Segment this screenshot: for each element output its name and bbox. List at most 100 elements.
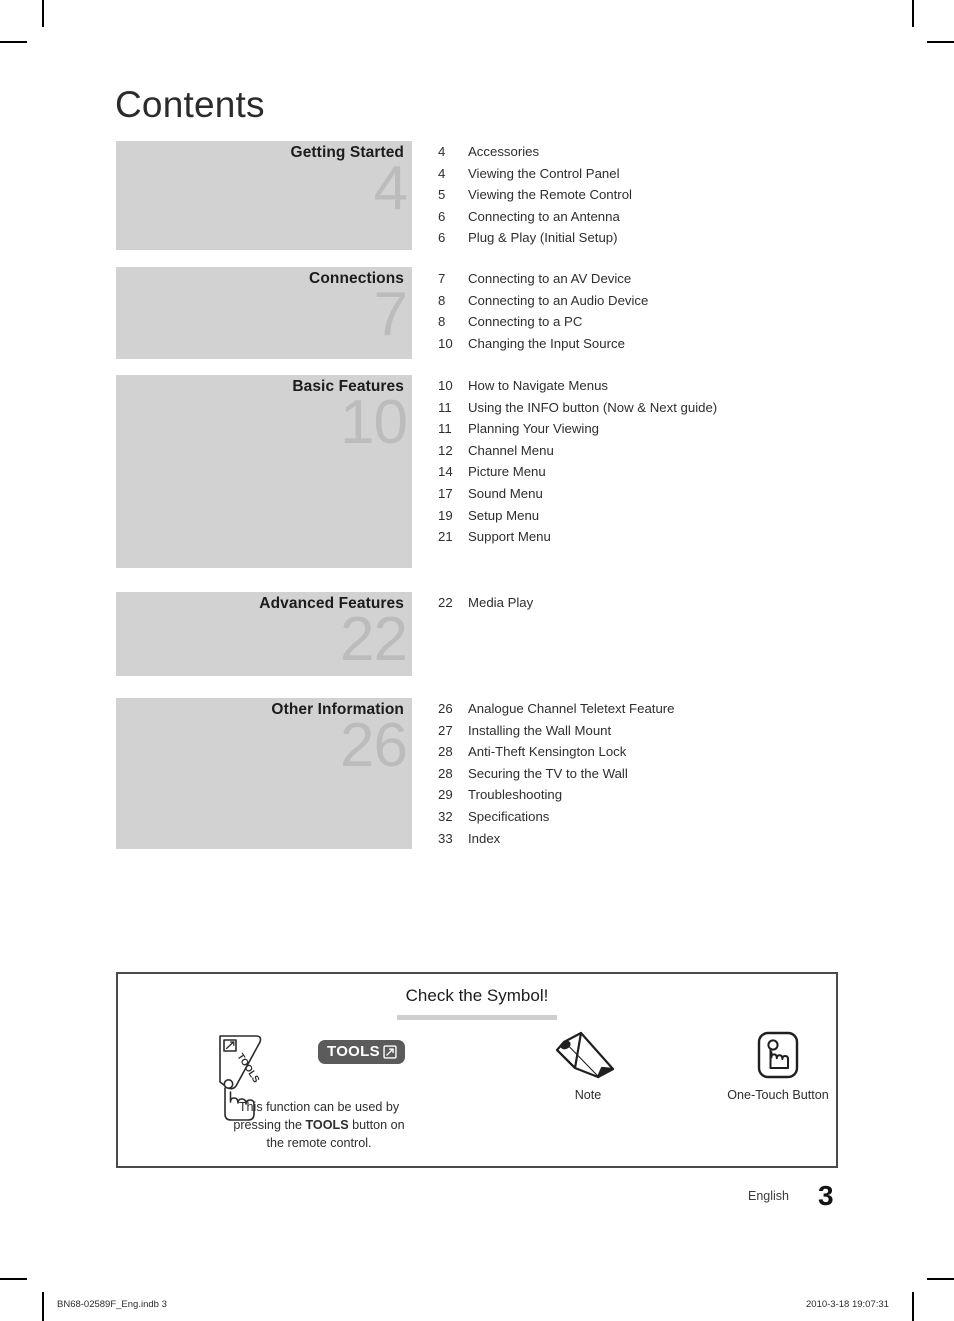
toc-entry[interactable]: 6 Plug & Play (Initial Setup) (438, 230, 858, 252)
toc-entry-name: Accessories (468, 144, 540, 159)
toc-entry-page: 33 (438, 830, 453, 846)
toc-entry[interactable]: 4 Accessories (438, 144, 858, 166)
crop-mark-top-right-vertical (912, 0, 914, 27)
section-band-getting-started: Getting Started 4 (116, 141, 412, 250)
toc-entry[interactable]: 14 Picture Menu (438, 464, 858, 486)
toc-entry-name: Media Play (468, 595, 534, 610)
section-entries-getting-started: 4 Accessories 4 Viewing the Control Panel 5 V… (438, 144, 858, 252)
toc-entry-name: Picture Menu (468, 464, 546, 480)
section-start-page-basic-features: 10 (340, 388, 408, 457)
toc-entry-name: Connecting to an AV Device (468, 271, 632, 286)
toc-entry-name: Channel Menu (468, 442, 554, 458)
page-number: 3 (818, 1180, 834, 1211)
tools-caption-line-2-pre: pressing the (233, 1118, 306, 1132)
section-band-advanced-features: Advanced Features 22 (116, 592, 412, 676)
toc-entry-name: How to Navigate Menus (468, 378, 609, 393)
toc-entry-name: Connecting to an Antenna (468, 208, 620, 224)
toc-entry-page: 7 (438, 271, 446, 286)
toc-entry[interactable]: 7 Connecting to an AV Device (438, 271, 858, 293)
toc-entry[interactable]: 22 Media Play (438, 595, 858, 617)
toc-entry[interactable]: 28 Anti-Theft Kensington Lock (438, 744, 858, 766)
toc-entry-name: Plug & Play (Initial Setup) (468, 230, 618, 246)
crop-mark-bottom-left-horizontal (0, 1278, 27, 1280)
toc-entry[interactable]: 28 Securing the TV to the Wall (438, 766, 858, 788)
toc-entry[interactable]: 10 How to Navigate Menus (438, 378, 858, 400)
toc-entry-page: 4 (438, 165, 446, 181)
toc-entry-name: Troubleshooting (468, 787, 563, 803)
toc-entry[interactable]: 10 Changing the Input Source (438, 336, 858, 358)
toc-entry-name: Specifications (468, 808, 550, 824)
toc-entry[interactable]: 11 Planning Your Viewing (438, 421, 858, 443)
toc-entry-page: 11 (438, 399, 452, 415)
toc-entry[interactable]: 19 Setup Menu (438, 508, 858, 530)
crop-mark-bottom-left-vertical (42, 1292, 44, 1321)
symbol-box-heading-underline (397, 1015, 557, 1020)
toc-entry-page: 6 (438, 208, 446, 224)
section-band-connections: Connections 7 (116, 267, 412, 359)
toc-entry-name: Sound Menu (468, 485, 543, 501)
crop-mark-top-right-horizontal (927, 41, 954, 43)
toc-entry[interactable]: 26 Analogue Channel Teletext Feature (438, 701, 858, 723)
note-pencil-icon (508, 1028, 668, 1084)
toc-entry-name: Installing the Wall Mount (468, 722, 612, 738)
toc-entry-name: Changing the Input Source (468, 335, 625, 351)
toc-entry-name: Planning Your Viewing (468, 421, 600, 437)
one-touch-caption: One-Touch Button (727, 1088, 829, 1102)
toc-entry-name: Viewing the Control Panel (468, 165, 620, 181)
toc-entry-name: Anti-Theft Kensington Lock (468, 744, 627, 760)
toc-entry[interactable]: 29 Troubleshooting (438, 787, 858, 809)
toc-entry-page: 6 (438, 230, 446, 246)
toc-entry[interactable]: 12 Channel Menu (438, 443, 858, 465)
toc-entry-name: Using the INFO button (Now & Next guide) (468, 399, 718, 415)
toc-entry-page: 11 (438, 421, 452, 437)
tools-caption-line-2: pressing the TOOLS button on (194, 1116, 444, 1134)
toc-entry-name: Connecting to an Audio Device (468, 292, 649, 308)
toc-entry[interactable]: 8 Connecting to an Audio Device (438, 293, 858, 315)
toc-entry-page: 22 (438, 595, 453, 610)
toc-entry[interactable]: 5 Viewing the Remote Control (438, 187, 858, 209)
section-start-page-connections: 7 (373, 280, 408, 349)
section-band-basic-features: Basic Features 10 (116, 375, 412, 568)
section-entries-basic-features: 10 How to Navigate Menus 11 Using the INFO … (438, 378, 858, 551)
toc-entry-page: 17 (438, 485, 453, 501)
crop-mark-top-left-vertical (42, 0, 44, 27)
tools-button-badge: TOOLS (318, 1040, 405, 1064)
section-start-page-getting-started: 4 (373, 154, 408, 223)
toc-entry[interactable]: 8 Connecting to a PC (438, 314, 858, 336)
section-entries-connections: 7 Connecting to an AV Device 8 Connecting t… (438, 271, 858, 357)
toc-entry-page: 29 (438, 787, 453, 803)
section-start-page-advanced-features: 22 (340, 605, 408, 674)
toc-entry-name: Securing the TV to the Wall (468, 765, 628, 781)
note-caption: Note (574, 1088, 602, 1102)
toc-entry[interactable]: 11 Using the INFO button (Now & Next guid… (438, 400, 858, 422)
toc-entry-name: Connecting to a PC (468, 314, 583, 330)
toc-entry-name: Viewing the Remote Control (468, 187, 632, 203)
crop-mark-top-left-horizontal (0, 41, 27, 43)
section-entries-advanced-features: 22 Media Play (438, 595, 858, 617)
toc-entry[interactable]: 17 Sound Menu (438, 486, 858, 508)
toc-entry-name: Analogue Channel Teletext Feature (468, 701, 675, 716)
toc-entry-page: 28 (438, 765, 453, 781)
toc-entry[interactable]: 33 Index (438, 831, 858, 853)
toc-entry-page: 5 (438, 187, 446, 203)
section-band-other-information: Other Information 26 (116, 698, 412, 849)
tools-caption-line-2-post: button on (348, 1118, 405, 1132)
toc-entry-name: Setup Menu (468, 507, 540, 523)
toc-entry-page: 21 (438, 529, 453, 545)
toc-entry[interactable]: 6 Connecting to an Antenna (438, 209, 858, 231)
one-touch-button-icon (678, 1028, 878, 1084)
section-entries-other-information: 26 Analogue Channel Teletext Feature 27 Ins… (438, 701, 858, 852)
toc-entry[interactable]: 21 Support Menu (438, 529, 858, 551)
print-file-code: BN68-02589F_Eng.indb 3 (57, 1299, 167, 1310)
symbol-legend-one-touch: One-Touch Button (678, 1028, 878, 1104)
toc-entry[interactable]: 32 Specifications (438, 809, 858, 831)
toc-entry-page: 19 (438, 507, 453, 523)
crop-mark-bottom-right-horizontal (927, 1278, 954, 1280)
toc-entry-page: 4 (438, 144, 446, 159)
toc-entry-name: Support Menu (468, 529, 551, 545)
tools-badge-arrow-icon (383, 1044, 397, 1059)
toc-entry[interactable]: 27 Installing the Wall Mount (438, 723, 858, 745)
toc-entry[interactable]: 4 Viewing the Control Panel (438, 166, 858, 188)
symbol-legend-note: Note (508, 1028, 668, 1104)
tools-badge-label: TOOLS (327, 1043, 380, 1060)
